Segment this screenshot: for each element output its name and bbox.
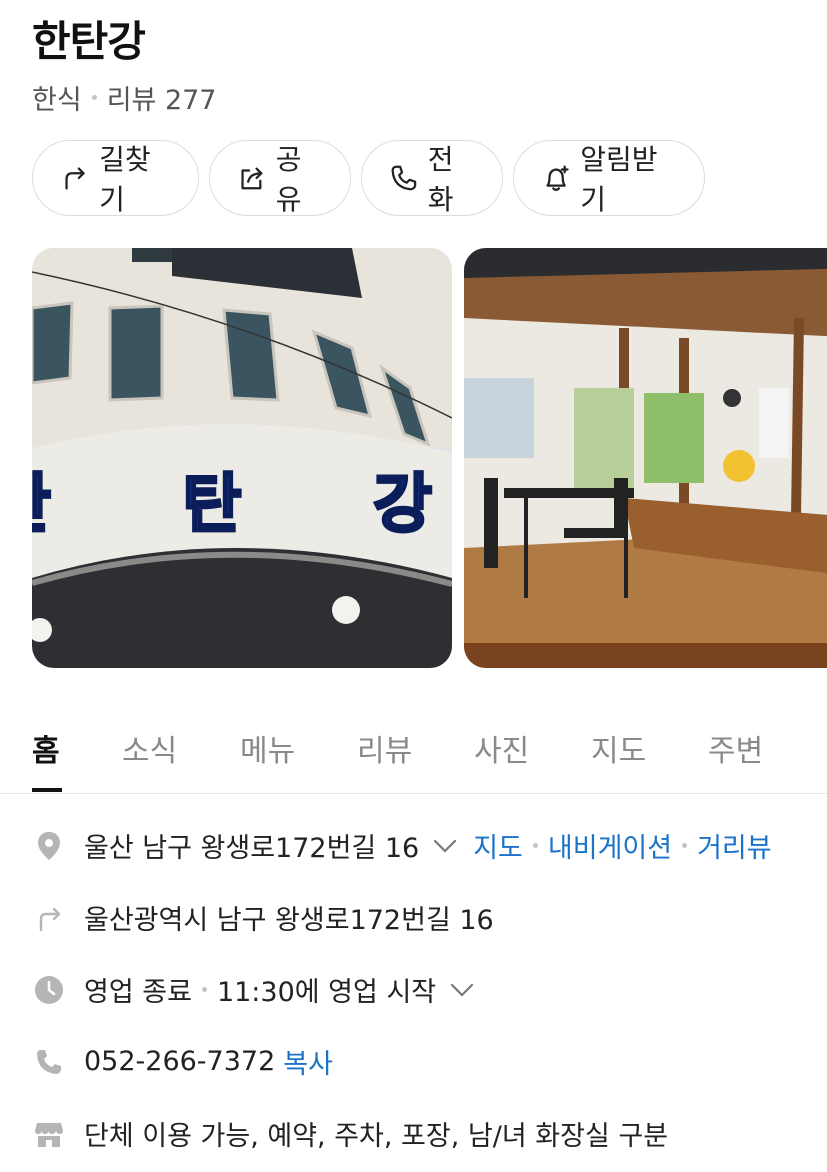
road-address-row: 울산광역시 남구 왕생로172번길 16 bbox=[32, 898, 494, 937]
phone-icon bbox=[391, 165, 417, 191]
photo-carousel[interactable]: 한탄강 bbox=[32, 248, 827, 668]
share-icon bbox=[241, 167, 263, 190]
store-icon bbox=[32, 1117, 66, 1151]
share-button[interactable]: 공유 bbox=[209, 140, 351, 216]
tab-bar: 홈 소식 메뉴 리뷰 사진 지도 주변 bbox=[0, 720, 827, 794]
tab-home[interactable]: 홈 bbox=[32, 726, 60, 770]
place-name: 한탄강 bbox=[32, 17, 146, 66]
review-count-link[interactable]: 리뷰 277 bbox=[107, 78, 217, 117]
business-status: 영업 종료 bbox=[84, 977, 192, 1008]
separator-dot bbox=[91, 95, 97, 100]
route-label: 길찾기 bbox=[99, 143, 151, 216]
interior-photo[interactable] bbox=[464, 248, 827, 668]
tab-nearby[interactable]: 주변 bbox=[708, 726, 763, 770]
chevron-down-icon[interactable] bbox=[448, 980, 476, 1000]
street-view-link[interactable]: 거리뷰 bbox=[697, 826, 772, 865]
tab-map[interactable]: 지도 bbox=[591, 726, 646, 770]
bell-icon bbox=[546, 165, 569, 191]
call-label: 전화 bbox=[427, 143, 454, 216]
pin-icon bbox=[32, 829, 66, 863]
amenities-row: 단체 이용 가능, 예약, 주차, 포장, 남/녀 화장실 구분 bbox=[32, 1114, 668, 1153]
tab-photo[interactable]: 사진 bbox=[474, 726, 529, 770]
hours-row: 영업 종료 11:30에 영업 시작 bbox=[32, 970, 490, 1009]
action-buttons: 길찾기 공유 전화 알림받기 bbox=[32, 140, 705, 216]
address-row: 울산 남구 왕생로172번길 16 지도 내비게이션 거리뷰 bbox=[32, 826, 772, 865]
road-arrow-icon bbox=[32, 901, 66, 935]
tab-review[interactable]: 리뷰 bbox=[357, 726, 412, 770]
place-detail-page: 한탄강 한식 리뷰 277 길찾기 공유 전화 알림받기 탄강 홈 소식 메뉴 … bbox=[0, 0, 827, 1172]
route-button[interactable]: 길찾기 bbox=[32, 140, 199, 216]
map-link[interactable]: 지도 bbox=[473, 826, 523, 865]
separator-dot bbox=[682, 843, 688, 848]
chevron-down-icon[interactable] bbox=[431, 836, 459, 856]
call-button[interactable]: 전화 bbox=[361, 140, 503, 216]
separator-dot bbox=[201, 987, 207, 992]
copy-phone-link[interactable]: 복사 bbox=[283, 1042, 333, 1081]
place-subline: 한식 리뷰 277 bbox=[32, 78, 217, 117]
share-label: 공유 bbox=[275, 143, 302, 216]
amenities-text: 단체 이용 가능, 예약, 주차, 포장, 남/녀 화장실 구분 bbox=[84, 1121, 669, 1152]
alarm-button[interactable]: 알림받기 bbox=[513, 140, 705, 216]
phone-row: 052-266-7372 복사 bbox=[32, 1042, 333, 1081]
phone-icon bbox=[32, 1045, 66, 1079]
phone-number[interactable]: 052-266-7372 bbox=[84, 1046, 275, 1077]
road-address-text: 울산광역시 남구 왕생로172번길 16 bbox=[84, 905, 494, 936]
clock-icon bbox=[32, 973, 66, 1007]
place-category: 한식 bbox=[32, 85, 82, 116]
active-tab-indicator bbox=[32, 788, 62, 792]
route-icon bbox=[65, 167, 85, 190]
storefront-photo[interactable]: 한탄강 bbox=[32, 248, 452, 668]
address-text: 울산 남구 왕생로172번길 16 bbox=[84, 833, 420, 864]
tab-menu[interactable]: 메뉴 bbox=[240, 726, 295, 770]
tab-news[interactable]: 소식 bbox=[122, 726, 177, 770]
opening-time: 11:30에 영업 시작 bbox=[216, 977, 437, 1008]
separator-dot bbox=[532, 843, 538, 848]
alarm-label: 알림받기 bbox=[580, 143, 658, 216]
navigation-link[interactable]: 내비게이션 bbox=[548, 826, 672, 865]
